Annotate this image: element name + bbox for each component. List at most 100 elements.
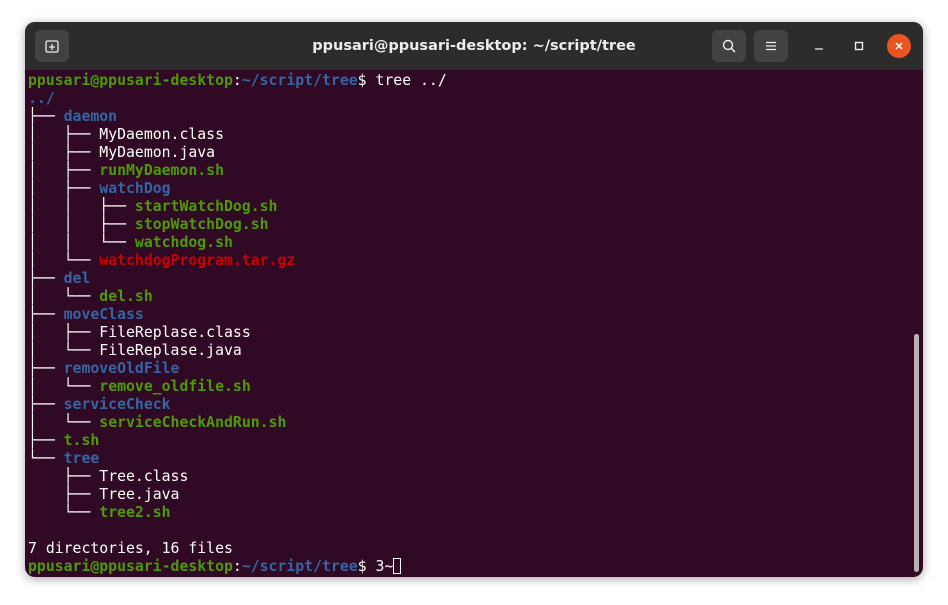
prompt-symbol: $ bbox=[357, 558, 376, 575]
tree-branch: └── bbox=[28, 504, 100, 521]
tree-entry: ../ bbox=[28, 90, 55, 108]
tree-branch: │ ├── bbox=[28, 144, 100, 161]
tree-file-name: Tree.java bbox=[99, 486, 180, 503]
tree-entry: ├── moveClass bbox=[28, 306, 144, 324]
tree-entry: ├── removeOldFile bbox=[28, 360, 179, 378]
tree-entry: │ ├── runMyDaemon.sh bbox=[28, 162, 224, 180]
tree-entry: │ │ ├── stopWatchDog.sh bbox=[28, 216, 269, 234]
vertical-scrollbar[interactable] bbox=[914, 334, 919, 572]
tree-branch: ├── bbox=[28, 270, 64, 287]
summary-line: 7 directories, 16 files bbox=[28, 540, 233, 557]
tree-directory-name: tree bbox=[63, 450, 100, 467]
hamburger-menu-icon bbox=[766, 41, 776, 51]
window-title: ppusari@ppusari-desktop: ~/script/tree bbox=[312, 38, 636, 54]
tree-file-name: startWatchDog.sh bbox=[134, 198, 278, 215]
menu-button[interactable] bbox=[754, 30, 788, 62]
maximize-button[interactable] bbox=[847, 34, 871, 58]
tree-file-name: stopWatchDog.sh bbox=[134, 216, 269, 233]
tree-entry: └── tree2.sh bbox=[28, 504, 171, 522]
tree-directory-name: del bbox=[63, 270, 91, 287]
new-tab-icon bbox=[45, 40, 59, 53]
close-button[interactable] bbox=[887, 34, 911, 58]
prompt-path: ~/script/tree bbox=[241, 558, 358, 575]
tree-file-name: del.sh bbox=[99, 288, 153, 305]
tree-entry: ├── Tree.java bbox=[28, 486, 180, 504]
tree-branch: │ └── bbox=[28, 288, 100, 305]
tree-directory-name: moveClass bbox=[63, 306, 144, 323]
tree-entry: └── tree bbox=[28, 450, 99, 468]
tree-entry: │ └── watchdogProgram.tar.gz bbox=[28, 252, 295, 270]
tree-file-name: runMyDaemon.sh bbox=[99, 162, 224, 179]
tree-branch: │ └── bbox=[28, 252, 100, 269]
tree-entry: │ ├── watchDog bbox=[28, 180, 171, 198]
tree-entry: │ │ ├── startWatchDog.sh bbox=[28, 198, 277, 216]
tree-branch: │ │ └── bbox=[28, 234, 135, 251]
new-tab-button[interactable] bbox=[35, 30, 69, 62]
tree-file-name: MyDaemon.class bbox=[99, 126, 224, 143]
prompt-colon: : bbox=[232, 558, 242, 575]
search-icon bbox=[722, 39, 736, 53]
tree-branch: ├── bbox=[28, 360, 64, 377]
maximize-icon bbox=[854, 41, 864, 51]
prompt-user-host: ppusari@ppusari-desktop bbox=[28, 558, 233, 575]
tree-file-name: watchdogProgram.tar.gz bbox=[99, 252, 296, 269]
tree-entry: ├── serviceCheck bbox=[28, 396, 171, 414]
tree-branch: ├── bbox=[28, 306, 64, 323]
tree-branch: │ │ ├── bbox=[28, 198, 135, 215]
minimize-button[interactable] bbox=[807, 34, 831, 58]
tree-entry: │ └── serviceCheckAndRun.sh bbox=[28, 414, 286, 432]
tree-file-name: t.sh bbox=[63, 432, 100, 449]
tree-branch: │ ├── bbox=[28, 126, 100, 143]
tree-branch: │ └── bbox=[28, 342, 100, 359]
tree-branch: │ │ ├── bbox=[28, 216, 135, 233]
prompt-user-host: ppusari@ppusari-desktop bbox=[28, 72, 233, 89]
prompt-symbol: $ bbox=[357, 72, 376, 89]
tree-file-name: watchdog.sh bbox=[134, 234, 233, 251]
current-input[interactable]: 3~ bbox=[375, 558, 393, 575]
input-line[interactable]: ppusari@ppusari-desktop:~/script/tree$ 3… bbox=[28, 558, 402, 576]
tree-branch: ├── bbox=[28, 396, 64, 413]
tree-entry: │ ├── MyDaemon.class bbox=[28, 126, 224, 144]
tree-branch: │ └── bbox=[28, 414, 100, 431]
search-button[interactable] bbox=[712, 30, 746, 62]
tree-entry: │ └── FileReplase.java bbox=[28, 342, 242, 360]
tree-entry: │ └── remove_oldfile.sh bbox=[28, 378, 251, 396]
command-line: ppusari@ppusari-desktop:~/script/tree$ t… bbox=[28, 72, 447, 90]
tree-directory-name: serviceCheck bbox=[63, 396, 171, 413]
tree-branch: └── bbox=[28, 450, 64, 467]
tree-directory-name: watchDog bbox=[99, 180, 171, 197]
text-cursor bbox=[393, 558, 402, 574]
title-bar[interactable]: ppusari@ppusari-desktop: ~/script/tree bbox=[25, 22, 923, 70]
terminal-output[interactable]: ppusari@ppusari-desktop:~/script/tree$ t… bbox=[25, 70, 923, 577]
tree-branch: │ ├── bbox=[28, 162, 100, 179]
tree-entry: ├── daemon bbox=[28, 108, 117, 126]
tree-file-name: FileReplase.java bbox=[99, 342, 242, 359]
tree-file-name: remove_oldfile.sh bbox=[99, 378, 251, 395]
tree-file-name: serviceCheckAndRun.sh bbox=[99, 414, 287, 431]
tree-directory-name: daemon bbox=[63, 108, 118, 125]
close-icon bbox=[895, 42, 903, 50]
tree-entry: ├── Tree.class bbox=[28, 468, 189, 486]
tree-branch: ├── bbox=[28, 432, 64, 449]
minimize-icon bbox=[815, 48, 823, 50]
tree-branch: ├── bbox=[28, 468, 100, 485]
tree-branch: ├── bbox=[28, 486, 100, 503]
tree-branch: │ ├── bbox=[28, 324, 100, 341]
tree-branch: │ └── bbox=[28, 378, 100, 395]
tree-branch: ├── bbox=[28, 108, 64, 125]
tree-directory-name: removeOldFile bbox=[63, 360, 180, 377]
tree-file-name: Tree.class bbox=[99, 468, 189, 485]
tree-file-name: MyDaemon.java bbox=[99, 144, 216, 161]
terminal-window: ppusari@ppusari-desktop: ~/script/tree p… bbox=[25, 22, 923, 577]
prompt-path: ~/script/tree bbox=[241, 72, 358, 89]
tree-branch: │ ├── bbox=[28, 180, 100, 197]
tree-entry: │ ├── FileReplase.class bbox=[28, 324, 251, 342]
tree-entry: ├── t.sh bbox=[28, 432, 99, 450]
prompt-colon: : bbox=[232, 72, 242, 89]
tree-entry: │ └── del.sh bbox=[28, 288, 153, 306]
tree-entry: │ ├── MyDaemon.java bbox=[28, 144, 215, 162]
tree-file-name: FileReplase.class bbox=[99, 324, 251, 341]
tree-file-name: tree2.sh bbox=[99, 504, 171, 521]
tree-entry: │ │ └── watchdog.sh bbox=[28, 234, 233, 252]
tree-directory-name: ../ bbox=[28, 90, 55, 107]
